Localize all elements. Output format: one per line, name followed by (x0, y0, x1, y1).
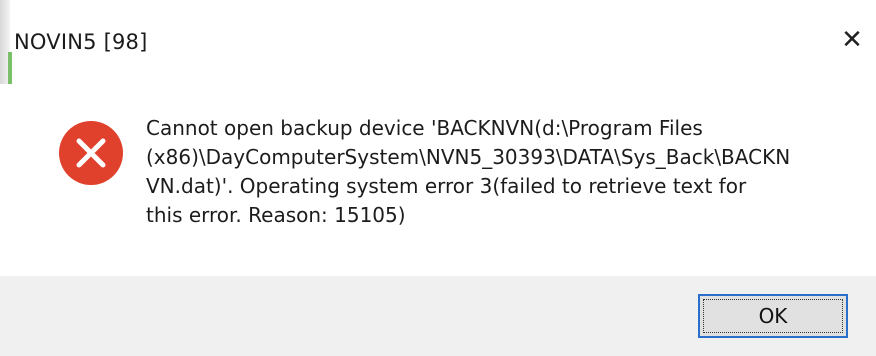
error-icon (59, 121, 123, 185)
close-button[interactable]: ✕ (832, 20, 872, 60)
error-dialog: NOVIN5 [98] ✕ Cannot open backup device … (0, 0, 876, 356)
dialog-title: NOVIN5 [98] (14, 30, 148, 54)
close-icon: ✕ (841, 25, 863, 55)
ok-button[interactable]: OK (698, 294, 848, 338)
focus-rectangle (703, 299, 843, 333)
error-message: Cannot open backup device 'BACKNVN(d:\Pr… (146, 116, 791, 227)
window-accent-bar (8, 52, 12, 88)
